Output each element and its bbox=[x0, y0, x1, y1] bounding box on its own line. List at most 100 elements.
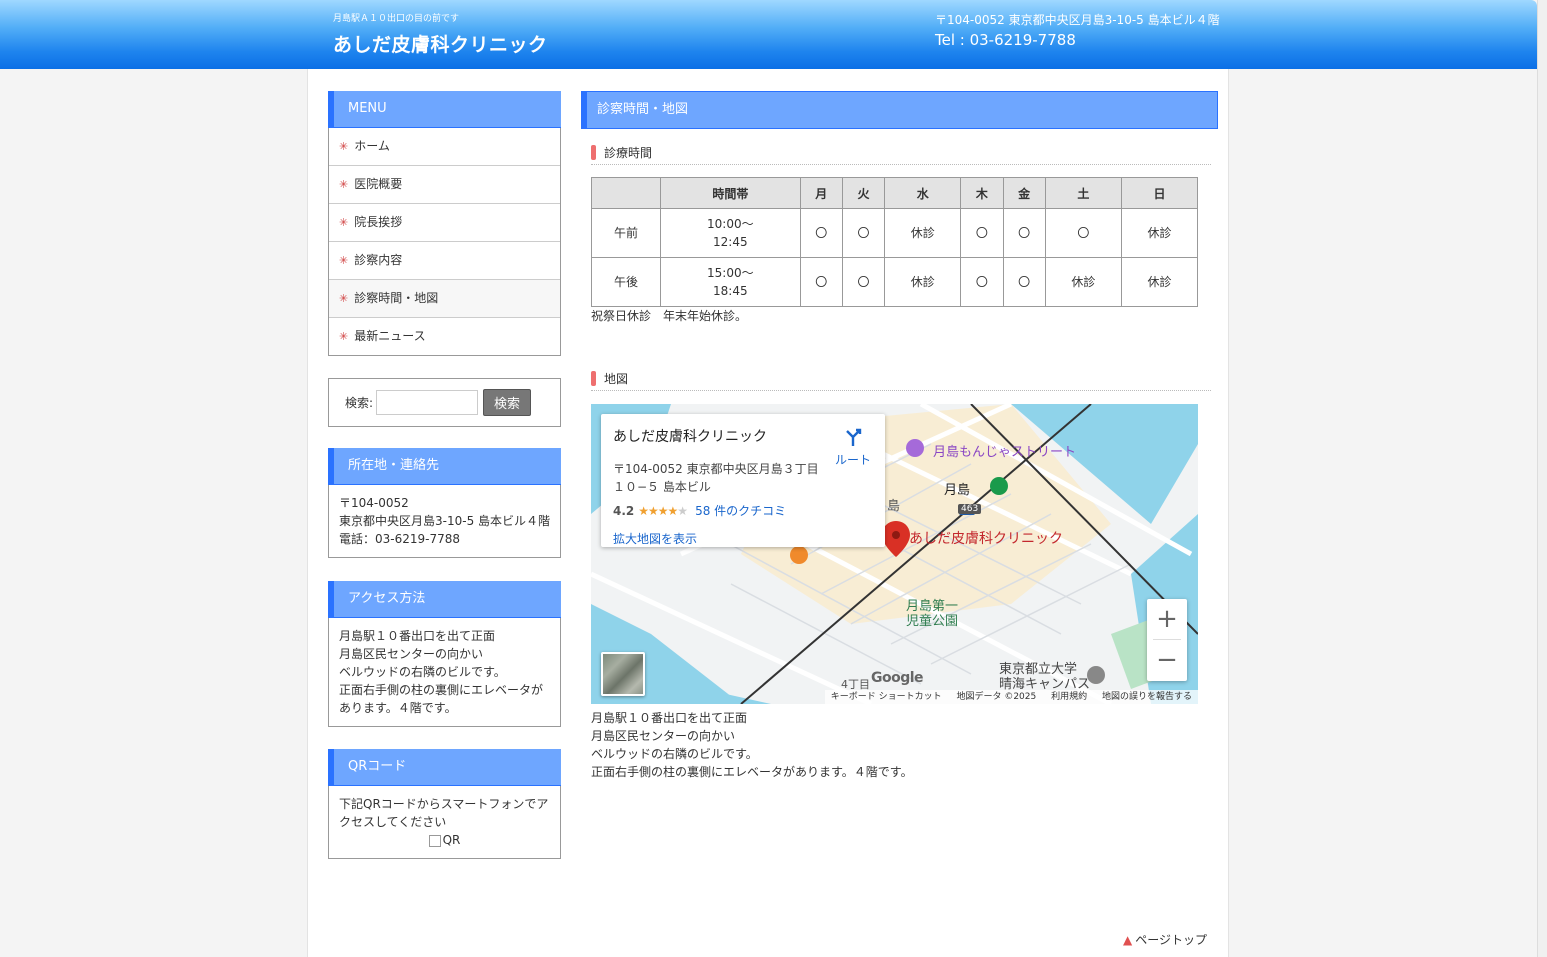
menu-item-home[interactable]: ✳ ホーム bbox=[329, 128, 560, 166]
access-line: 月島区民センターの向かい bbox=[339, 647, 484, 661]
hours-heading: 診療時間 bbox=[591, 142, 1211, 165]
location-line: 電話：03-6219-7788 bbox=[339, 532, 461, 546]
table-cell: 休診 bbox=[1044, 257, 1122, 307]
reviews-link[interactable]: 58 件のクチコミ bbox=[695, 504, 786, 518]
holiday-note: 祝祭日休診 年末年始休診。 bbox=[591, 309, 748, 323]
map-label-station: 月島 bbox=[944, 483, 971, 498]
report-error-link[interactable]: 地図の誤りを報告する bbox=[1102, 692, 1192, 702]
bullet-star-icon: ✳ bbox=[339, 178, 349, 191]
site-header: 月島駅Ａ１０出口の目の前です あしだ皮膚科クリニック 〒104-0052 東京都… bbox=[0, 0, 1537, 69]
access-line: 月島駅１０番出口を出て正面 bbox=[339, 629, 496, 643]
map-label-shima: 島 bbox=[887, 499, 901, 514]
table-cell: 〇 bbox=[1002, 208, 1046, 258]
access-box: アクセス方法 月島駅１０番出口を出て正面 月島区民センターの向かい ベルウッドの… bbox=[328, 581, 561, 727]
table-cell: 〇 bbox=[799, 208, 843, 258]
search-button[interactable]: 検索 bbox=[483, 389, 532, 416]
table-cell: 〇 bbox=[841, 208, 886, 258]
hours-table: 時間帯 月 火 水 木 金 土 日 午前 10:00～ 12:45 〇 〇 休診… bbox=[591, 177, 1199, 307]
map-zoom-control: + − bbox=[1147, 599, 1187, 681]
enlarge-map-link[interactable]: 拡大地図を表示 bbox=[613, 530, 697, 547]
menu-item-news[interactable]: ✳ 最新ニュース bbox=[329, 318, 560, 355]
table-cell: 〇 bbox=[960, 208, 1004, 258]
map-route-badge: 463 bbox=[958, 504, 982, 514]
access-desc-line: 月島区民センターの向かい bbox=[591, 729, 736, 743]
info-card-rating: 4.2 ★★★★★ 58 件のクチコミ bbox=[613, 502, 786, 519]
map-label-university: 東京都立大学 晴海キャンパス bbox=[999, 662, 1090, 692]
route-label: ルート bbox=[834, 453, 871, 467]
info-card-address: 〒104-0052 東京都中央区月島３丁目１０−５ 島本ビル bbox=[613, 462, 819, 494]
menu-box: MENU ✳ ホーム ✳ 医院概要 ✳ 院長挨拶 ✳ 診察内容 ✳ 診察時間・地図 ✳ 最新… bbox=[328, 91, 561, 356]
table-header-cell bbox=[591, 177, 661, 209]
access-desc-line: ベルウッドの右隣のビルです。 bbox=[591, 747, 758, 761]
map-heading: 地図 bbox=[591, 368, 1211, 391]
google-logo: Google bbox=[871, 670, 924, 686]
qr-title: QRコード bbox=[328, 749, 561, 786]
table-header-cell: 金 bbox=[1002, 177, 1046, 209]
table-header-cell: 木 bbox=[960, 177, 1004, 209]
access-line: あります。４階です。 bbox=[339, 701, 457, 715]
menu-item-label: 院長挨拶 bbox=[354, 215, 403, 229]
table-cell: 〇 bbox=[1044, 208, 1122, 258]
table-header-cell: 日 bbox=[1120, 177, 1199, 209]
map-label-park: 月島第一 児童公園 bbox=[906, 599, 958, 629]
table-row: 午後 15:00～ 18:45 〇 〇 休診 〇 〇 休診 休診 bbox=[591, 257, 1199, 307]
qr-line: 下記QRコードからスマートフォンでア bbox=[339, 797, 549, 811]
table-cell: 〇 bbox=[799, 257, 843, 307]
menu-item-hours-map[interactable]: ✳ 診察時間・地図 bbox=[329, 280, 560, 318]
google-map[interactable]: 月島もんじゃストリート 月島 あしだ皮膚科クリニック 島 463 月島第一 児童… bbox=[591, 404, 1198, 704]
qr-box: QRコード 下記QRコードからスマートフォンでア クセスしてください QR bbox=[328, 749, 561, 859]
menu-item-overview[interactable]: ✳ 医院概要 bbox=[329, 166, 560, 204]
menu-item-services[interactable]: ✳ 診察内容 bbox=[329, 242, 560, 280]
access-line: 正面右手側の柱の裏側にエレベータが bbox=[339, 683, 544, 697]
page-top-label: ページトップ bbox=[1135, 933, 1207, 947]
table-cell: 〇 bbox=[841, 257, 886, 307]
map-label-street: 月島もんじゃストリート bbox=[933, 445, 1077, 460]
directions-icon bbox=[846, 428, 862, 446]
menu-item-label: ホーム bbox=[354, 139, 390, 153]
table-header-cell: 時間帯 bbox=[660, 177, 801, 209]
table-header-cell: 火 bbox=[841, 177, 886, 209]
satellite-toggle[interactable] bbox=[601, 652, 645, 696]
keyboard-shortcuts-link[interactable]: キーボード ショートカット bbox=[831, 692, 942, 702]
bullet-star-icon: ✳ bbox=[339, 254, 349, 267]
header-address: 〒104-0052 東京都中央区月島3-10-5 島本ビル４階 bbox=[935, 13, 1220, 27]
page-title: 診察時間・地図 bbox=[581, 91, 1218, 129]
content-wrapper: MENU ✳ ホーム ✳ 医院概要 ✳ 院長挨拶 ✳ 診察内容 ✳ 診察時間・地図 ✳ 最新… bbox=[307, 69, 1229, 957]
page-top-link[interactable]: ▲ ページトップ bbox=[1123, 931, 1207, 948]
bullet-star-icon: ✳ bbox=[339, 330, 349, 343]
menu-item-label: 診察内容 bbox=[354, 253, 403, 267]
map-data-label: 地図データ ©2025 bbox=[956, 692, 1037, 702]
bullet-star-icon: ✳ bbox=[339, 216, 349, 229]
search-label: 検索: bbox=[345, 396, 374, 410]
table-cell: 休診 bbox=[884, 208, 962, 258]
zoom-out-button[interactable]: − bbox=[1147, 640, 1187, 680]
table-cell: 午前 bbox=[591, 208, 661, 258]
table-cell: 休診 bbox=[1120, 257, 1199, 307]
info-card-name: あしだ皮膚科クリニック bbox=[613, 429, 767, 445]
page-scrollbar[interactable] bbox=[1537, 0, 1547, 957]
map-label-clinic[interactable]: あしだ皮膚科クリニック bbox=[909, 528, 1063, 548]
menu-item-label: 最新ニュース bbox=[354, 329, 426, 343]
menu-item-label: 診察時間・地図 bbox=[354, 291, 439, 305]
location-line: 東京都中央区月島3-10-5 島本ビル４階 bbox=[339, 514, 551, 528]
map-attribution: キーボード ショートカット 地図データ ©2025 利用規約 地図の誤りを報告す… bbox=[824, 690, 1198, 704]
bullet-star-icon: ✳ bbox=[339, 140, 349, 153]
table-header-row: 時間帯 月 火 水 木 金 土 日 bbox=[591, 177, 1199, 209]
access-desc-line: 正面右手側の柱の裏側にエレベータがあります。４階です。 bbox=[591, 765, 913, 779]
menu-item-greeting[interactable]: ✳ 院長挨拶 bbox=[329, 204, 560, 242]
location-title: 所在地・連絡先 bbox=[328, 448, 561, 485]
table-header-cell: 月 bbox=[799, 177, 843, 209]
table-cell: 午後 bbox=[591, 257, 661, 307]
table-cell: 15:00～ 18:45 bbox=[660, 257, 801, 307]
header-tel: Tel : 03-6219-7788 bbox=[935, 31, 1076, 49]
site-title[interactable]: あしだ皮膚科クリニック bbox=[333, 30, 548, 57]
qr-alt-text: QR bbox=[442, 833, 461, 847]
access-line: ベルウッドの右隣のビルです。 bbox=[339, 665, 506, 679]
terms-link[interactable]: 利用規約 bbox=[1051, 692, 1087, 702]
route-button[interactable]: ルート bbox=[829, 426, 877, 468]
zoom-in-button[interactable]: + bbox=[1147, 599, 1187, 639]
search-input[interactable] bbox=[376, 390, 479, 415]
map-label-univ-line: 東京都立大学 bbox=[999, 662, 1078, 677]
menu-title: MENU bbox=[328, 91, 561, 128]
table-header-cell: 土 bbox=[1044, 177, 1122, 209]
